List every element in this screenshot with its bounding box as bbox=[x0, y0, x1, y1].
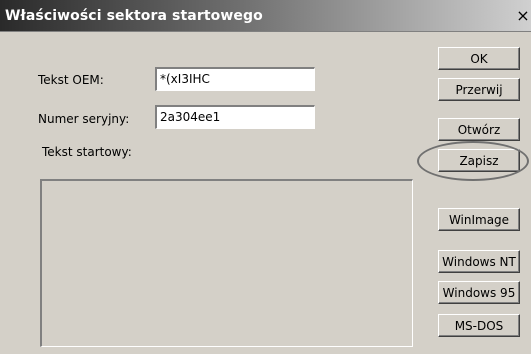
open-button[interactable]: Otwórz bbox=[438, 118, 520, 141]
windows-95-button[interactable]: Windows 95 bbox=[438, 281, 520, 304]
serial-number-label: Numer seryjny: bbox=[38, 112, 130, 126]
close-icon[interactable]: × bbox=[514, 6, 531, 26]
window-title: Właściwości sektora startowego bbox=[5, 8, 263, 24]
save-button[interactable]: Zapisz bbox=[438, 149, 520, 172]
ms-dos-button[interactable]: MS-DOS bbox=[438, 314, 520, 337]
oem-text-field[interactable]: *(xI3IHC bbox=[155, 67, 315, 91]
winimage-button[interactable]: WinImage bbox=[438, 208, 520, 231]
oem-label: Tekst OEM: bbox=[38, 73, 104, 87]
title-bar: Właściwości sektora startowego × bbox=[0, 0, 531, 32]
boot-text-area[interactable] bbox=[40, 179, 413, 347]
boot-text-label: Tekst startowy: bbox=[42, 145, 132, 159]
cancel-button[interactable]: Przerwij bbox=[438, 78, 520, 101]
ok-button[interactable]: OK bbox=[438, 47, 520, 70]
windows-nt-button[interactable]: Windows NT bbox=[438, 250, 520, 273]
serial-number-field[interactable]: 2a304ee1 bbox=[155, 105, 315, 129]
